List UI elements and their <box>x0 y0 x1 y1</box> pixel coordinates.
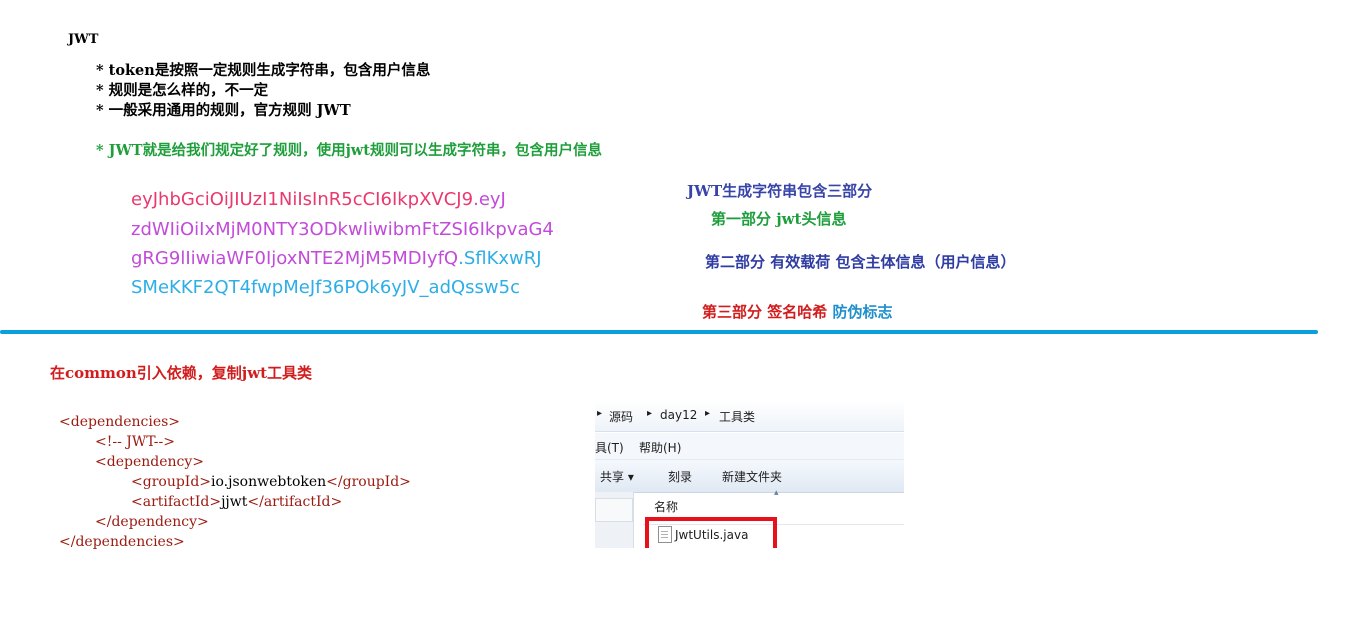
token-payload-part: zdWIiOiIxMjM0NTY3ODkwIiwibmFtZSI6IkpvaG4 <box>131 219 554 240</box>
section-divider <box>0 330 1318 334</box>
part-third-anti-forgery: 防伪标志 <box>832 303 893 321</box>
xml-tag: <artifactId> <box>131 494 222 510</box>
breadcrumb-item[interactable]: day12 <box>660 408 697 422</box>
xml-value: jjwt <box>221 494 248 510</box>
breadcrumb-item[interactable]: 源码 <box>609 408 633 425</box>
parts-heading: JWT生成字符串包含三部分 <box>687 182 873 200</box>
xml-group-id: <groupId>io.jsonwebtoken</groupId> <box>131 472 411 492</box>
breadcrumb-item[interactable]: 工具类 <box>719 408 755 425</box>
note-bullet-1: * token是按照一定规则生成字符串，包含用户信息 <box>96 62 431 79</box>
xml-artifact-id: <artifactId>jjwt</artifactId> <box>131 492 342 512</box>
xml-comment: <!-- JWT--> <box>95 434 175 450</box>
toolbar: 共享 ▾ 刻录 新建文件夹 <box>595 459 904 493</box>
column-name-label: 名称 <box>654 500 679 514</box>
part-first: 第一部分 jwt头信息 <box>711 210 847 228</box>
chevron-right-icon: ▸ <box>705 408 711 419</box>
token-line-2: zdWIiOiIxMjM0NTY3ODkwIiwibmFtZSI6IkpvaG4 <box>131 214 554 245</box>
address-bar[interactable]: ▸ 源码 ▸ day12 ▸ 工具类 <box>595 400 904 432</box>
note-highlight-bullet: * JWT就是给我们规定好了规则，使用jwt规则可以生成字符串，包含用户信息 <box>96 142 602 159</box>
menu-tools[interactable]: 具(T) <box>595 439 624 456</box>
xml-line: <dependency> <box>95 454 204 470</box>
part-third: 第三部分 签名哈希 防伪标志 <box>702 301 892 322</box>
menu-help[interactable]: 帮助(H) <box>639 439 681 456</box>
notes-title: JWT <box>68 32 99 47</box>
part-third-label: 第三部分 签名哈希 <box>702 303 833 321</box>
token-line-3: gRG9lIiwiaWF0IjoxNTE2MjM5MDIyfQ.SflKxwRJ <box>131 243 542 274</box>
part-second: 第二部分 有效载荷 包含主体信息（用户信息） <box>705 253 1016 271</box>
token-line-4: SMeKKF2QT4fwpMeJf36POk6yJV_adQssw5c <box>131 272 520 303</box>
chevron-right-icon: ▸ <box>597 408 603 419</box>
navigation-pane <box>595 492 634 548</box>
file-explorer-screenshot: ▸ 源码 ▸ day12 ▸ 工具类 具(T) 帮助(H) 共享 ▾ 刻录 新建… <box>595 400 904 548</box>
xml-value: io.jsonwebtoken <box>211 474 327 490</box>
dependency-note: 在common引入依赖，复制jwt工具类 <box>50 364 313 382</box>
xml-line: </dependency> <box>95 514 209 530</box>
token-header-part: eyJhbGciOiJIUzI1NiIsInR5cCI6IkpXVCJ9 <box>131 189 474 210</box>
token-payload-part: eyJ <box>478 189 506 210</box>
token-payload-part: gRG9lIiwiaWF0IjoxNTE2MjM5MDIyfQ <box>131 248 459 269</box>
note-bullet-3: * 一般采用通用的规则，官方规则 JWT <box>96 102 351 119</box>
share-button[interactable]: 共享 ▾ <box>600 468 634 485</box>
note-bullet-2: * 规则是怎么样的，不一定 <box>96 82 269 99</box>
token-line-1: eyJhbGciOiJIUzI1NiIsInR5cCI6IkpXVCJ9.eyJ <box>131 184 506 215</box>
token-signature-part: SMeKKF2QT4fwpMeJf36POk6yJV_adQssw5c <box>131 277 521 298</box>
new-folder-button[interactable]: 新建文件夹 <box>722 468 782 485</box>
column-header[interactable]: 名称 ▴ <box>643 488 904 520</box>
xml-line: </dependencies> <box>59 534 185 550</box>
token-signature-part: SflKxwRJ <box>463 248 542 269</box>
xml-line: <dependencies> <box>59 414 181 430</box>
highlight-box <box>645 517 777 548</box>
xml-tag: </groupId> <box>326 474 411 490</box>
chevron-right-icon: ▸ <box>647 408 653 419</box>
navigation-pane-item[interactable] <box>595 498 633 522</box>
sort-arrow-icon: ▴ <box>774 488 779 498</box>
xml-tag: </artifactId> <box>247 494 343 510</box>
menu-bar: 具(T) 帮助(H) <box>595 433 904 459</box>
xml-tag: <groupId> <box>131 474 212 490</box>
burn-button[interactable]: 刻录 <box>668 468 692 485</box>
